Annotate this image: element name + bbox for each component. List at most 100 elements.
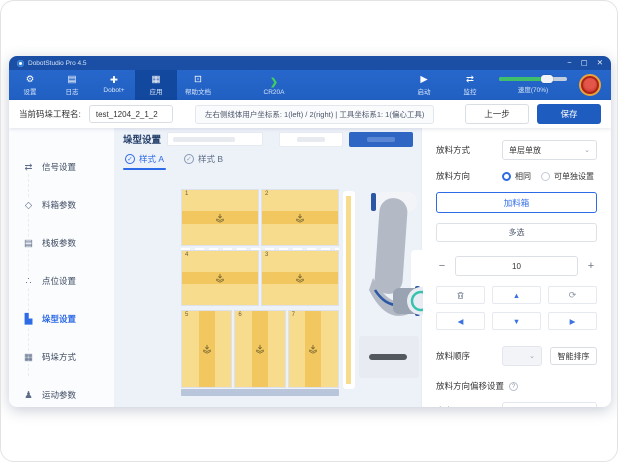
page-title: 垛型设置 xyxy=(123,135,162,146)
place-down-icon xyxy=(216,273,224,283)
sidebar-item-pallet-params[interactable]: ▤ 栈板参数 xyxy=(9,224,114,262)
radio-same[interactable]: 相同 xyxy=(502,171,531,182)
nav-item-dobot-plus[interactable]: ✚ Dobot+ xyxy=(93,70,135,100)
move-left-button[interactable]: ◀ xyxy=(436,312,485,330)
nav-item-apps[interactable]: ▦ 应用 xyxy=(135,70,177,100)
increment-button[interactable]: + xyxy=(585,260,597,272)
sidebar-item-palletize-mode[interactable]: ▦ 码垛方式 xyxy=(9,338,114,376)
rotate-icon: ⟳ xyxy=(568,289,577,300)
pallet-layout: 1 2 4 3 5 6 7 xyxy=(181,189,339,396)
pallet-box[interactable]: 3 xyxy=(261,250,339,306)
nav-item-settings[interactable]: ⚙ 设置 xyxy=(9,70,51,100)
radio-icon xyxy=(541,171,550,181)
order-select[interactable]: ⌄ xyxy=(502,346,542,366)
save-button[interactable]: 保存 xyxy=(537,104,601,124)
stack-chart-icon: ▙ xyxy=(22,312,35,326)
pattern-header: 垛型设置 xyxy=(115,128,421,148)
place-down-icon xyxy=(256,344,264,354)
pallet-icon: ▤ xyxy=(22,236,35,250)
minimize-button[interactable]: − xyxy=(567,56,571,70)
place-direction-label: 放料方向 xyxy=(436,171,471,181)
nav-item-robot[interactable]: ❯ CR20A xyxy=(253,77,295,97)
add-box-button[interactable]: 加料箱 xyxy=(436,192,597,213)
multi-select-button[interactable]: 多选 xyxy=(436,223,597,242)
speed-control: 速度(70%) xyxy=(499,74,567,94)
window-title: DobotStudio Pro 4.5 xyxy=(28,59,87,67)
sidebar-item-pattern-settings[interactable]: ▙ 垛型设置 xyxy=(9,300,114,338)
count-input[interactable]: 10 xyxy=(455,256,578,276)
conveyor-graphic xyxy=(359,336,419,378)
up-arrow-icon: ▲ xyxy=(512,290,521,300)
count-stepper: − 10 + xyxy=(436,256,597,276)
help-icon[interactable]: ? xyxy=(509,381,519,391)
pallet-box[interactable]: 4 xyxy=(181,250,259,306)
pattern-scheme-select[interactable] xyxy=(167,132,264,146)
start-button[interactable]: ▶ 启动 xyxy=(407,74,441,96)
emergency-stop-button[interactable] xyxy=(579,74,601,96)
place-order-label: 放料顺序 xyxy=(436,351,471,361)
speed-slider[interactable] xyxy=(499,74,567,83)
pallet-box[interactable]: 2 xyxy=(261,189,339,246)
maximize-button[interactable]: ▢ xyxy=(581,56,588,70)
smart-sort-button[interactable]: 智能排序 xyxy=(550,347,597,365)
titlebar: DobotStudio Pro 4.5 − ▢ ✕ xyxy=(9,56,611,70)
place-mode-label: 放料方式 xyxy=(436,145,471,155)
pallet-base xyxy=(181,389,339,396)
log-icon: ▤ xyxy=(67,73,77,85)
move-right-button[interactable]: ▶ xyxy=(548,312,597,330)
place-down-icon xyxy=(296,213,304,223)
project-toolbar: 当前码垛工程名: test_1204_2_1_2 左右侧线体用户坐标系: 1(l… xyxy=(9,100,611,128)
direction-row-label: 方向 xyxy=(436,405,502,407)
nav-item-log[interactable]: ▤ 日志 xyxy=(51,70,93,100)
sidebar: ⇄ 信号设置 ◇ 料箱参数 ▤ 栈板参数 ∴ 点位设置 ▙ 垛型设置 ▦ 码垛方… xyxy=(9,128,115,407)
place-down-icon xyxy=(216,213,224,223)
signal-icon: ⇄ xyxy=(22,160,35,174)
pallet-box[interactable]: 7 xyxy=(287,310,339,388)
apps-icon: ▦ xyxy=(151,73,161,85)
header-primary-button[interactable] xyxy=(349,131,413,147)
monitor-button[interactable]: ⇄ 监控 xyxy=(453,74,487,96)
chevron-down-icon: ⌄ xyxy=(529,353,535,360)
help-doc-icon: ⊡ xyxy=(194,73,202,85)
set-direction-button[interactable]: 设置方向 xyxy=(502,402,597,407)
nav-item-help-docs[interactable]: ⊡ 帮助文档 xyxy=(177,70,219,100)
place-down-icon xyxy=(296,273,304,283)
rotate-button[interactable]: ⟳ xyxy=(548,286,597,304)
chevron-down-icon: ⌄ xyxy=(584,147,590,154)
previous-step-button[interactable]: 上一步 xyxy=(465,104,529,124)
speed-label: 速度(70%) xyxy=(517,86,549,94)
decrement-button[interactable]: − xyxy=(436,260,448,272)
points-icon: ∴ xyxy=(22,274,35,288)
sidebar-item-box-params[interactable]: ◇ 料箱参数 xyxy=(9,186,114,224)
sidebar-item-point-settings[interactable]: ∴ 点位设置 xyxy=(9,262,114,300)
project-name-label: 当前码垛工程名: xyxy=(19,109,81,119)
plugin-icon: ✚ xyxy=(110,75,118,86)
robot-logo-icon: ❯ xyxy=(270,77,278,88)
right-arrow-icon: ▶ xyxy=(569,316,576,326)
place-mode-select[interactable]: 单层单放 ⌄ xyxy=(502,140,597,160)
sidebar-item-signal-settings[interactable]: ⇄ 信号设置 xyxy=(9,148,114,186)
tab-style-a[interactable]: ✓ 样式 A xyxy=(122,148,167,170)
radio-icon xyxy=(502,171,511,181)
move-down-button[interactable]: ▼ xyxy=(492,312,541,330)
trash-icon xyxy=(457,291,464,299)
header-secondary-button[interactable] xyxy=(279,131,343,147)
style-tabs: ✓ 样式 A ✓ 样式 B xyxy=(115,148,421,170)
radio-individual[interactable]: 可单独设置 xyxy=(541,171,594,182)
pallet-box[interactable]: 1 xyxy=(181,189,259,246)
screenshot-frame: DobotStudio Pro 4.5 − ▢ ✕ ❯ CR20A ⚙ 设置 ▤… xyxy=(0,0,618,462)
main-content: 垛型设置 ✓ 样式 A ✓ 样式 B 1 2 4 3 5 6 7 xyxy=(115,128,433,407)
tab-style-b[interactable]: ✓ 样式 B xyxy=(184,148,223,170)
robot-arm-graphic xyxy=(369,192,423,316)
pallet-box[interactable]: 5 xyxy=(181,310,233,388)
speed-slider-knob[interactable] xyxy=(540,74,553,83)
move-up-button[interactable]: ▲ xyxy=(492,286,541,304)
project-name-input[interactable]: test_1204_2_1_2 xyxy=(88,105,173,123)
pallet-box[interactable]: 6 xyxy=(234,310,286,388)
close-button[interactable]: ✕ xyxy=(597,56,603,70)
check-circle-icon: ✓ xyxy=(184,154,195,164)
sidebar-item-motion-params[interactable]: ♟ 运动参数 xyxy=(9,376,114,407)
gear-icon: ⚙ xyxy=(25,73,35,85)
delete-button[interactable] xyxy=(436,286,485,304)
place-down-icon xyxy=(202,344,211,354)
